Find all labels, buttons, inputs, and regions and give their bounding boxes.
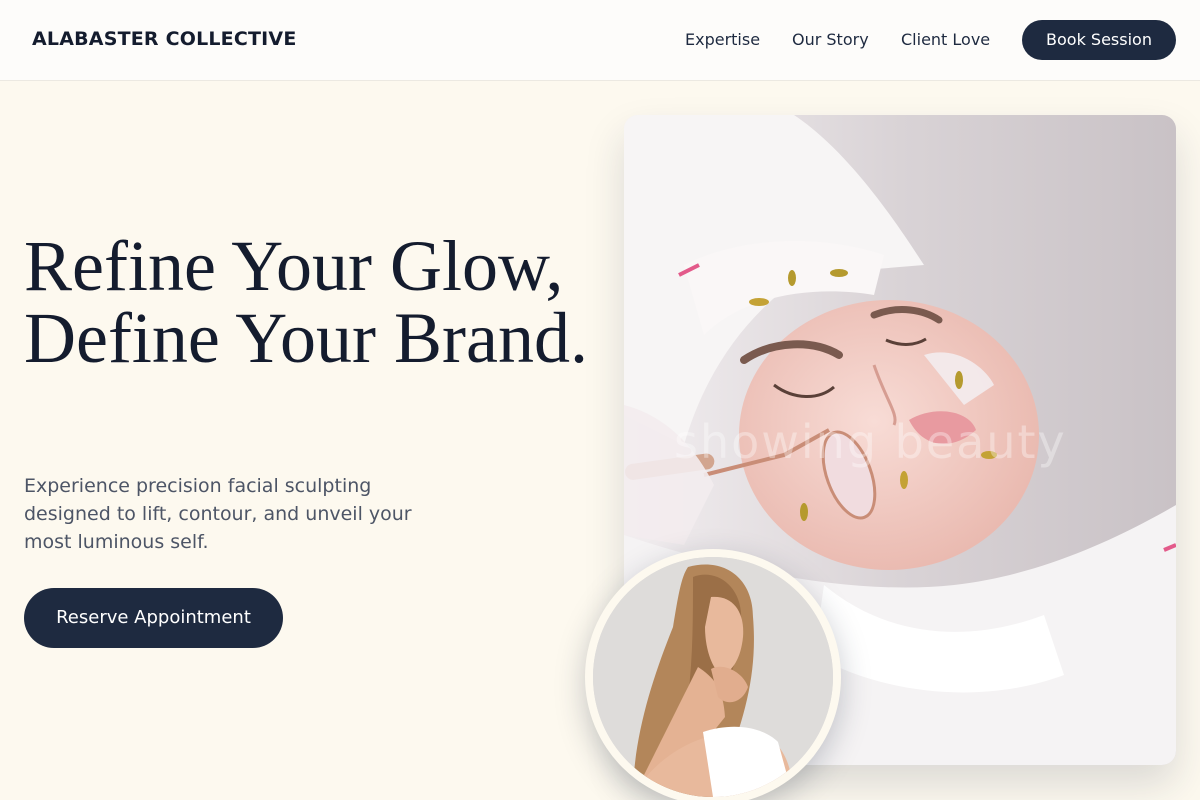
brand-logo[interactable]: ALABASTER COLLECTIVE (32, 28, 297, 50)
portrait-photo (593, 557, 833, 797)
hero-headline: Refine Your Glow, Define Your Brand. (24, 226, 588, 378)
portrait-illustration (593, 557, 833, 797)
book-session-button[interactable]: Book Session (1022, 20, 1176, 60)
nav-link-client-love[interactable]: Client Love (901, 30, 990, 49)
nav-link-expertise[interactable]: Expertise (685, 30, 760, 49)
portrait-photo-circle (585, 549, 841, 800)
reserve-appointment-button[interactable]: Reserve Appointment (24, 588, 283, 648)
site-header: ALABASTER COLLECTIVE Expertise Our Story… (0, 0, 1200, 81)
hero-subheadline: Experience precision facial sculpting de… (24, 475, 412, 553)
image-watermark: showing beauty (674, 415, 1067, 469)
nav-link-our-story[interactable]: Our Story (792, 30, 869, 49)
